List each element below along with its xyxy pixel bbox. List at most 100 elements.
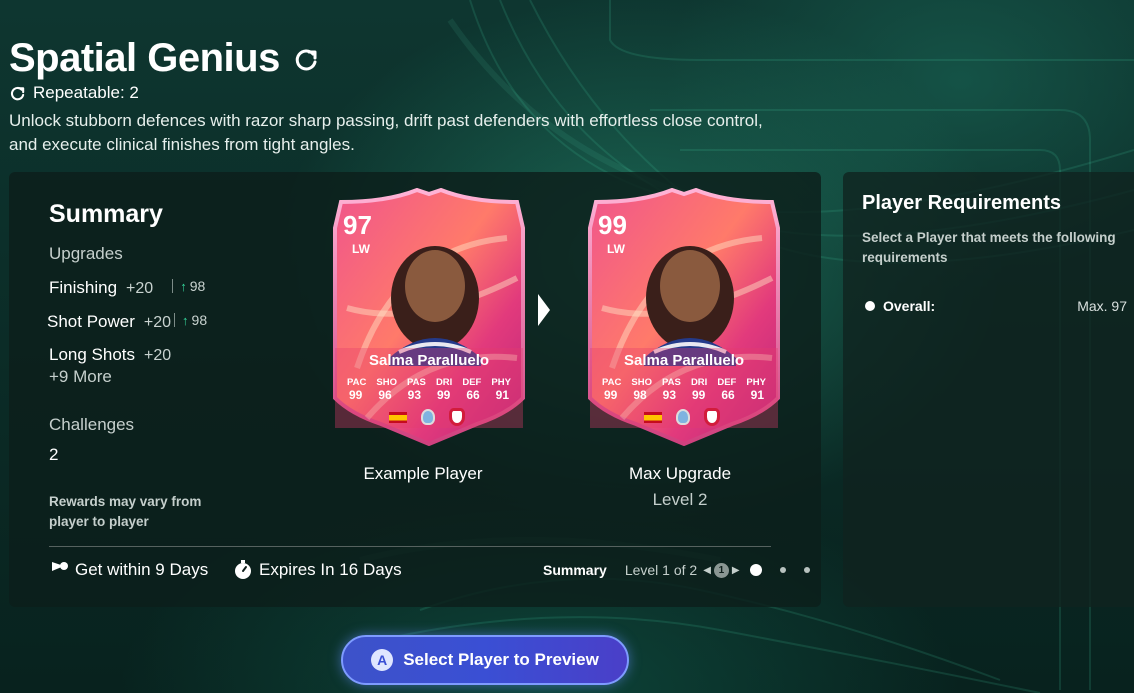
stat-value: 99 [349,388,363,402]
page-title: Spatial Genius [9,36,280,80]
card-position: LW [352,242,370,256]
page-dot[interactable] [803,567,810,573]
stat-label: DRI [435,377,453,388]
pager-button[interactable]: 1 [713,562,729,578]
stat-label: PAS [407,377,426,388]
stat-label: PAC [347,377,367,388]
divider [49,546,771,547]
upgrade-row-long-shots: Long Shots +20 [49,345,171,365]
stat-value: 91 [495,388,509,402]
card-stat-labels: PAC SHO PAS DRI DEF PHY [347,377,511,388]
stat-value: 93 [662,388,677,402]
bullet-icon [865,301,875,311]
stat-value: 91 [750,388,764,402]
requirement-label: Overall: [883,298,936,314]
upgrade-row-shot-power: Shot Power +20 ↑ 98 [47,312,207,332]
select-player-label: Select Player to Preview [403,650,599,669]
stat-value: 66 [721,388,735,402]
card-badges [644,408,720,426]
refresh-icon [295,49,317,71]
summary-title: Summary [49,200,163,228]
upgrade-target: ↑ 98 [162,278,205,294]
stat-label: DRI [690,377,708,388]
stat-value: 66 [466,388,480,402]
repeat-icon [10,86,25,100]
pager: Summary Level 1 of 2 ◀ 1 ▶ [543,562,810,578]
card-position: LW [607,242,625,256]
requirements-description: Select a Player that meets the following… [862,230,1116,265]
objective-description: Unlock stubborn defences with razor shar… [9,111,763,154]
stat-label: PAC [602,377,622,388]
stat-label: SHO [631,377,652,388]
upgrade-boost: +20 [143,314,172,331]
card-badges [389,408,465,426]
pager-nav[interactable]: ◀ 1 ▶ [703,562,740,578]
max-upgrade-caption: Max Upgrade [628,464,732,483]
stat-value: 99 [691,388,706,402]
header: Spatial Genius Repeatable: 2 Unlock stub… [9,36,789,157]
get-within-info: Get within 9 Days [49,560,208,580]
stat-value: 96 [378,388,392,402]
spain-flag-icon [644,411,662,423]
flag-timer-icon [52,562,68,579]
example-player-caption: Example Player [363,464,483,483]
chevron-right-icon[interactable]: ▶ [732,565,740,576]
a-button-icon: A [371,649,394,671]
upgrade-target-value: 98 [191,312,208,328]
pager-summary-label[interactable]: Summary [543,562,607,578]
expires-text: Expires In 16 Days [259,560,402,579]
spain-flag-icon [389,411,407,423]
max-upgrade-card: 99 LW Salma Paralluelo PAC SHO PAS DRI D… [582,187,792,448]
upgrade-row-finishing: Finishing +20 ↑ 98 [49,278,205,298]
card-stat-values: 99 98 93 99 66 91 [604,388,764,402]
summary-panel: Summary Upgrades Finishing +20 ↑ 98 Shot… [9,172,821,607]
more-upgrades-link[interactable]: +9 More [49,367,112,387]
requirement-row: Overall: Max. 97 [865,298,1127,314]
club-crest-icon [449,408,465,426]
arrow-right-icon [538,294,550,326]
stat-value: 99 [436,388,451,402]
upgrade-target: ↑ 98 [174,312,207,328]
card-player-name: Salma Paralluelo [368,352,490,369]
repeatable-count: Repeatable: 2 [33,83,139,102]
stat-label: PHY [491,377,511,388]
card-stat-labels: PAC SHO PAS DRI DEF PHY [602,377,766,388]
stat-label: DEF [717,377,737,388]
upgrades-label: Upgrades [49,244,123,263]
card-rating: 99 [598,210,627,240]
card-stat-values: 99 96 93 99 66 91 [349,388,509,402]
upgrade-name: Long Shots [49,345,136,364]
card-player-name: Salma Paralluelo [623,352,745,369]
expires-info: Expires In 16 Days [233,560,402,580]
stat-label: SHO [376,377,397,388]
card-rating: 97 [343,210,372,240]
challenges-count: 2 [49,445,59,464]
league-badge-icon [676,409,690,425]
requirement-value: Max. 97 [1077,298,1127,314]
stopwatch-icon [235,560,251,579]
pager-level-label: Level 1 of 2 [624,562,698,578]
chevron-left-icon[interactable]: ◀ [703,565,711,576]
upgrade-boost: +20 [126,280,154,297]
challenges-label: Challenges [49,415,135,434]
stat-label: PAS [662,377,681,388]
club-crest-icon [704,408,720,426]
page-dot-active[interactable] [749,564,762,576]
stat-value: 99 [604,388,618,402]
stat-label: PHY [746,377,766,388]
requirements-panel: Player Requirements Select a Player that… [843,172,1134,607]
upgrade-target-value: 98 [189,278,206,294]
upgrade-boost: +20 [144,347,172,364]
example-player-card: 97 LW Salma Paralluelo PAC SHO PAS DRI D… [327,187,537,448]
stat-value: 93 [407,388,422,402]
page-dot[interactable] [779,567,786,573]
repeatable-row: Repeatable: 2 [9,83,789,103]
league-badge-icon [421,409,435,425]
upgrade-name: Finishing [49,278,118,297]
rewards-note: Rewards may vary from player to player [49,494,202,529]
select-player-button[interactable]: A Select Player to Preview [341,635,629,685]
arrow-up-icon: ↑ [182,312,189,328]
arrow-up-icon: ↑ [180,278,187,294]
max-upgrade-level: Level 2 [652,490,708,509]
get-within-text: Get within 9 Days [75,560,209,579]
